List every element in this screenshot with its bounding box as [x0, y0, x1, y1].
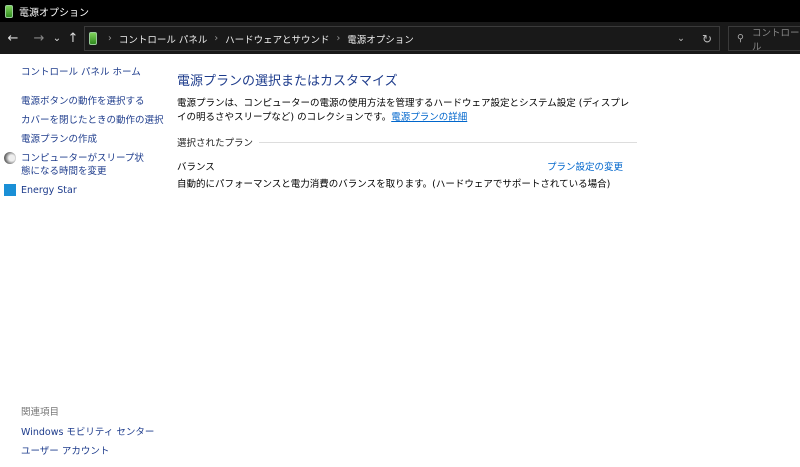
- change-plan-settings-link[interactable]: プラン設定の変更: [547, 159, 623, 173]
- power-options-icon: [89, 32, 97, 45]
- related-title: 関連項目: [21, 407, 60, 418]
- chevron-right-icon: ›: [108, 33, 112, 44]
- energy-star-icon: [4, 184, 16, 196]
- breadcrumb-control-panel[interactable]: コントロール パネル: [119, 32, 208, 46]
- forward-button[interactable]: →: [28, 31, 50, 46]
- main-content: 電源プランの選択またはカスタマイズ 電源プランは、コンピューターの電源の使用方法…: [177, 70, 637, 190]
- description: 電源プランは、コンピューターの電源の使用方法を管理するハードウェア設定とシステム…: [177, 97, 637, 125]
- up-button[interactable]: ↑: [64, 31, 82, 46]
- chevron-right-icon: ›: [336, 33, 341, 44]
- sidebar-item-create-plan[interactable]: 電源プランの作成: [21, 133, 97, 146]
- chevron-right-icon: ›: [214, 33, 219, 44]
- plan-balanced: バランス プラン設定の変更 自動的にパフォーマンスと電力消費のバランスを取ります…: [177, 159, 637, 190]
- breadcrumb-hardware-sound[interactable]: ハードウェアとサウンド: [225, 32, 329, 46]
- sidebar-item-sleep-time[interactable]: コンピューターがスリープ状態になる時間を変更: [21, 152, 151, 178]
- breadcrumb-power-options[interactable]: 電源オプション: [347, 32, 414, 46]
- moon-icon: [4, 152, 16, 164]
- chevron-down-icon[interactable]: ⌄: [677, 33, 685, 44]
- navigation-bar: ← → ⌄ ↑ › コントロール パネル › ハードウェアとサウンド › 電源オ…: [0, 22, 800, 54]
- search-input[interactable]: ⚲ コントロール: [728, 26, 800, 53]
- selected-plan-group: 選択されたプラン: [177, 135, 637, 149]
- title-bar: 電源オプション: [0, 0, 800, 22]
- refresh-icon[interactable]: ↻: [702, 32, 712, 46]
- sidebar-item-power-button[interactable]: 電源ボタンの動作を選択する: [21, 95, 145, 108]
- divider: [259, 141, 637, 143]
- page-title: 電源プランの選択またはカスタマイズ: [177, 74, 398, 89]
- sidebar-item-lid-close[interactable]: カバーを閉じたときの動作の選択: [21, 114, 164, 127]
- plan-details-link[interactable]: 電源プランの詳細: [391, 112, 467, 123]
- sidebar-item-energy-star[interactable]: Energy Star: [21, 184, 77, 197]
- related-mobility-center[interactable]: Windows モビリティ センター: [21, 426, 154, 439]
- address-bar[interactable]: › コントロール パネル › ハードウェアとサウンド › 電源オプション ⌄ ↻: [84, 26, 720, 51]
- window-title: 電源オプション: [19, 7, 89, 19]
- recent-locations-button[interactable]: ⌄: [50, 33, 64, 44]
- search-icon: ⚲: [737, 33, 744, 44]
- group-label: 選択されたプラン: [177, 138, 254, 149]
- plan-description: 自動的にパフォーマンスと電力消費のバランスを取ります。(ハードウェアでサポートさ…: [177, 179, 611, 190]
- sidebar-home-link[interactable]: コントロール パネル ホーム: [21, 66, 141, 79]
- power-options-icon: [5, 4, 13, 18]
- search-placeholder: コントロール: [751, 27, 800, 53]
- back-button[interactable]: ←: [2, 31, 24, 46]
- related-user-accounts[interactable]: ユーザー アカウント: [21, 445, 109, 458]
